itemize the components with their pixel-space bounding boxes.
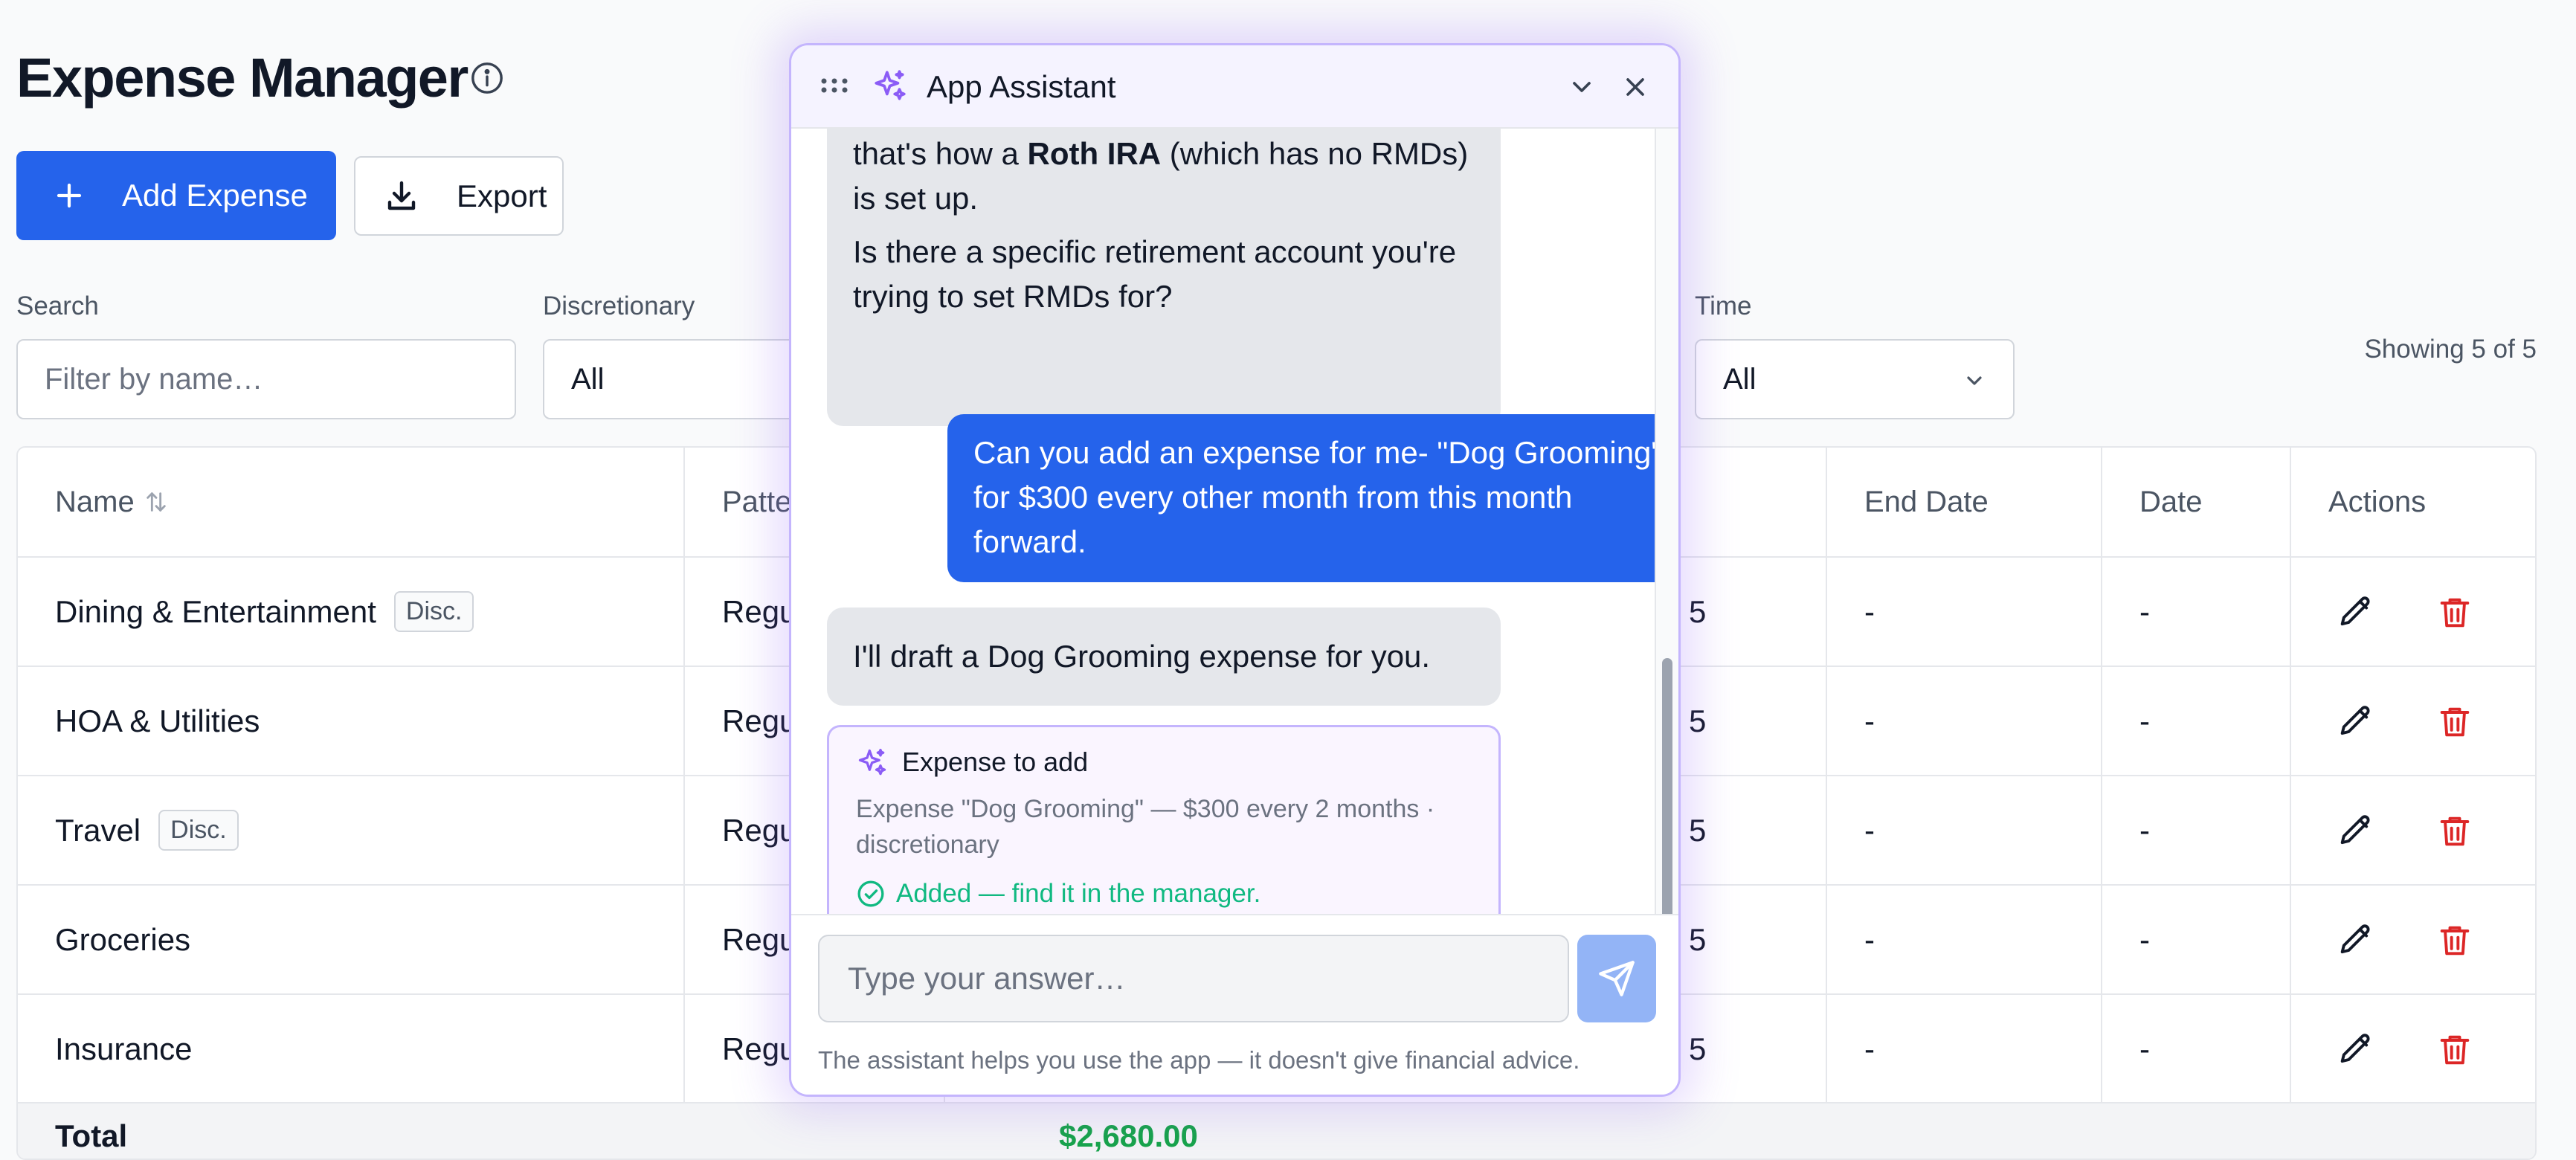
card-description: Expense "Dog Grooming" — $300 every 2 mo… [856,795,1435,859]
sort-icon[interactable] [144,489,169,515]
expense-draft-card: Expense to add Expense "Dog Grooming" — … [827,725,1501,930]
expense-name: Insurance [55,1031,193,1066]
column-header-end-date: End Date [1827,448,2102,556]
cell-date: - [2102,667,2291,775]
user-message: Can you add an expense for me- "Dog Groo… [947,414,1678,582]
cell-name: Travel Disc. [18,776,685,884]
cell-date: - [2102,558,2291,666]
edit-icon[interactable] [2336,921,2374,960]
trash-icon[interactable] [2435,921,2474,960]
discretionary-badge: Disc. [158,810,239,851]
showing-count: Showing 5 of 5 [2364,335,2537,364]
total-value: $2,680.00 [1059,1118,1198,1153]
edit-icon[interactable] [2336,812,2374,851]
discretionary-label: Discretionary [543,291,695,320]
discretionary-badge: Disc. [393,591,474,632]
sparkle-icon [872,68,909,105]
expense-name: Groceries [55,921,191,957]
cell-end-date: - [1827,886,2102,993]
card-title: Expense to add [902,747,1089,777]
trash-icon[interactable] [2435,703,2474,741]
plus-icon [57,183,82,208]
assistant-title: App Assistant [927,69,1116,104]
expense-name: Dining & Entertainment [55,593,376,629]
assistant-messages: that's how a Roth IRA (which has no RMDs… [791,129,1678,958]
cell-end-date: - [1827,995,2102,1103]
trash-icon[interactable] [2435,1031,2474,1069]
time-select[interactable]: All [1695,339,2015,419]
cell-end-date: - [1827,667,2102,775]
sparkle-icon [856,747,889,779]
expense-name: HOA & Utilities [55,703,260,738]
total-row: Total $2,680.00 [18,1102,2535,1159]
chevron-down-icon[interactable] [1567,72,1597,102]
export-label: Export [457,178,547,213]
trash-icon[interactable] [2435,593,2474,632]
export-button[interactable]: Export [354,156,564,236]
cell-date: - [2102,995,2291,1103]
time-label: Time [1695,291,1752,320]
assistant-panel: App Assistant that's how a Roth IRA (whi… [789,43,1681,1097]
time-value: All [1723,362,1756,396]
cell-name: Groceries [18,886,685,993]
edit-icon[interactable] [2336,1031,2374,1069]
send-icon [1599,961,1635,996]
discretionary-value: All [571,362,605,396]
total-label: Total [55,1118,128,1153]
cell-end-date: - [1827,558,2102,666]
check-circle-icon [856,879,886,909]
assistant-header: App Assistant [791,45,1678,129]
grip-icon[interactable] [820,74,849,97]
cell-date: - [2102,776,2291,884]
cell-name: HOA & Utilities [18,667,685,775]
scrollbar-thumb[interactable] [1662,658,1672,950]
assistant-message: I'll draft a Dog Grooming expense for yo… [827,608,1501,706]
search-label: Search [16,291,99,320]
column-header-name-label: Name [55,485,135,518]
column-header-date: Date [2102,448,2291,556]
search-input[interactable]: Filter by name… [16,339,516,419]
cell-end-date: - [1827,776,2102,884]
assistant-message: that's how a Roth IRA (which has no RMDs… [827,129,1501,426]
assistant-footer: Type your answer… The assistant helps yo… [791,914,1678,1095]
close-icon[interactable] [1620,72,1650,102]
cell-name: Insurance [18,995,685,1103]
assistant-disclaimer: The assistant helps you use the app — it… [818,1046,1580,1074]
expense-name: Travel [55,812,141,848]
scrollbar[interactable] [1655,129,1678,958]
cell-date: - [2102,886,2291,993]
column-header-actions: Actions [2328,485,2427,518]
edit-icon[interactable] [2336,593,2374,632]
send-button[interactable] [1577,935,1656,1022]
page-title: Expense Manager [16,47,468,109]
download-icon [387,181,416,210]
column-header-name[interactable]: Name [18,448,685,556]
add-expense-button[interactable]: Add Expense [16,151,336,240]
add-expense-label: Add Expense [122,178,308,213]
edit-icon[interactable] [2336,703,2374,741]
card-status[interactable]: Added — find it in the manager. [896,879,1260,909]
cell-name: Dining & Entertainment Disc. [18,558,685,666]
chevron-down-icon [1962,369,1986,393]
info-icon[interactable] [470,61,504,95]
trash-icon[interactable] [2435,812,2474,851]
message-input[interactable]: Type your answer… [818,935,1569,1022]
